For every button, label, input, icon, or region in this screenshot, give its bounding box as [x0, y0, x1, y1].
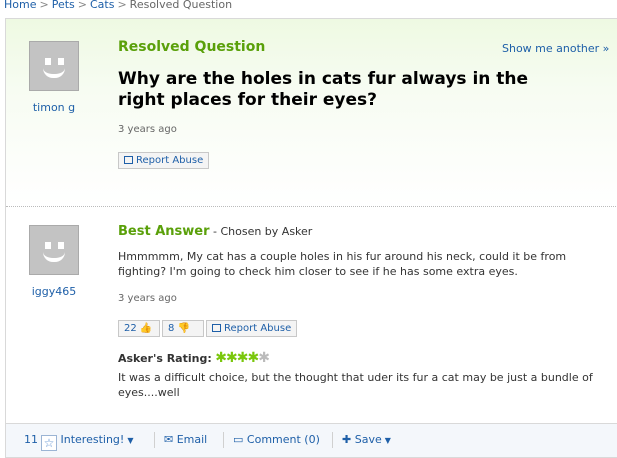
email-icon: ✉ [164, 433, 174, 446]
breadcrumb-home[interactable]: Home [4, 0, 36, 11]
star-icon: ☆ [41, 435, 57, 451]
answer-timestamp: 3 years ago [118, 293, 177, 304]
question-title: Why are the holes in cats fur always in … [118, 69, 529, 110]
star-filled-icon: ✱ [236, 350, 249, 366]
interesting-count: 11 [24, 433, 38, 446]
breadcrumb-separator: > [39, 0, 49, 11]
thumbs-down-button[interactable]: 8 👎 [162, 320, 204, 337]
thumbs-up-button[interactable]: 22 👍 [118, 320, 160, 337]
action-bar: 11 ☆ Interesting! ▼ ✉ Email ▭ Comment (0) … [6, 423, 617, 457]
flag-icon [124, 156, 133, 164]
rating-label: Asker's Rating: [118, 352, 212, 365]
breadcrumb-current: Resolved Question [129, 0, 233, 11]
question-section: timon g Resolved Question Show me anothe… [6, 19, 617, 205]
report-abuse-button[interactable]: Report Abuse [118, 152, 210, 169]
best-answer-heading: Best Answer - Chosen by Asker [118, 224, 312, 239]
save-button[interactable]: ✚ Save ▼ [342, 433, 391, 446]
qa-container: timon g Resolved Question Show me anothe… [5, 18, 617, 458]
star-filled-icon: ✱ [215, 350, 227, 366]
question-timestamp: 3 years ago [118, 124, 177, 135]
star-filled-icon: ✱ [247, 350, 259, 366]
answerer-name[interactable]: iggy465 [24, 285, 84, 298]
chevron-down-icon: ▼ [127, 436, 134, 445]
asker-comment: It was a difficult choice, but the thoug… [118, 371, 593, 399]
star-empty-icon: ✱ [258, 350, 270, 366]
asker-avatar[interactable] [29, 41, 79, 91]
breadcrumb-pets[interactable]: Pets [52, 0, 75, 11]
flag-icon [212, 324, 221, 332]
answer-report-abuse-button[interactable]: Report Abuse [206, 320, 298, 337]
breadcrumb-cats[interactable]: Cats [90, 0, 114, 11]
answerer-avatar[interactable] [29, 225, 79, 275]
breadcrumb: Home > Pets > Cats > Resolved Question [4, 0, 232, 11]
thumbs-up-icon: 👍 [139, 323, 153, 334]
comment-icon: ▭ [233, 433, 244, 446]
breadcrumb-separator: > [117, 0, 127, 11]
email-button[interactable]: ✉ Email [164, 433, 207, 446]
plus-icon: ✚ [342, 433, 352, 446]
best-answer-label: Best Answer [118, 224, 210, 239]
rating-stars: ✱✱✱✱✱ [215, 350, 270, 366]
chosen-by-text: - Chosen by Asker [209, 225, 313, 238]
section-divider [6, 206, 617, 207]
asker-rating: Asker's Rating: ✱✱✱✱✱ [118, 350, 270, 366]
asker-name[interactable]: timon g [24, 101, 84, 114]
thumbs-down-icon: 👎 [177, 323, 191, 334]
interesting-button[interactable]: 11 ☆ Interesting! ▼ [24, 433, 133, 451]
status-heading: Resolved Question [118, 39, 266, 55]
breadcrumb-separator: > [77, 0, 87, 11]
show-another-link[interactable]: Show me another » [502, 42, 609, 55]
chevron-down-icon: ▼ [384, 436, 391, 445]
comment-button[interactable]: ▭ Comment (0) [233, 433, 320, 446]
star-filled-icon: ✱ [225, 350, 238, 366]
answer-text: Hmmmmm, My cat has a couple holes in his… [118, 250, 567, 278]
